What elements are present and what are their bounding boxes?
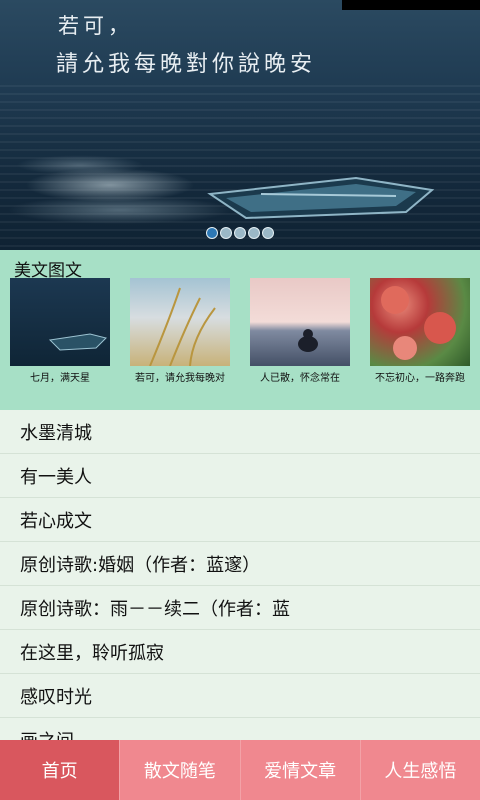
carousel-dot[interactable] [206, 227, 218, 239]
banner-title-line1: 若可， [58, 14, 133, 38]
status-bar-strip [342, 0, 480, 10]
article-list[interactable]: 水墨清城 有一美人 若心成文 原创诗歌:婚姻（作者：蓝邃） 原创诗歌：雨－－续二… [0, 410, 480, 740]
boat-thumbnail-icon [48, 333, 107, 351]
thumbnail-item[interactable]: 不忘初心，一路奔跑 [370, 278, 470, 384]
person-thumbnail-icon [298, 329, 318, 352]
tab-love-articles[interactable]: 爱情文章 [241, 740, 361, 800]
list-item[interactable]: 感叹时光 [0, 674, 480, 718]
banner-title-line2: 請允我每晚對你說晚安 [56, 52, 317, 77]
thumbnail-image[interactable] [370, 278, 470, 366]
banner-water [0, 85, 480, 250]
list-item[interactable]: 水墨清城 [0, 410, 480, 454]
list-item[interactable]: 画之间 [0, 718, 480, 741]
tab-home[interactable]: 首页 [0, 740, 121, 800]
featured-banner[interactable]: 若可， 請允我每晚對你說晚安 [0, 0, 480, 250]
list-item[interactable]: 原创诗歌:婚姻（作者：蓝邃） [0, 542, 480, 586]
list-item[interactable]: 在这里，聆听孤寂 [0, 630, 480, 674]
list-item[interactable]: 若心成文 [0, 498, 480, 542]
thumbnail-item[interactable]: 七月，满天星 [10, 278, 110, 384]
bottom-navigation: 首页 散文随笔 爱情文章 人生感悟 [0, 740, 480, 800]
carousel-dot[interactable] [248, 227, 260, 239]
thumbnail-caption: 七月，满天星 [30, 373, 90, 384]
thumbnail-caption: 人已散，怀念常在 [260, 373, 340, 384]
thumbnail-item[interactable]: 若可，请允我每晚对 [130, 278, 230, 384]
thumbnail-image[interactable] [10, 278, 110, 366]
carousel-dot[interactable] [220, 227, 232, 239]
thumbnail-item[interactable]: 人已散，怀念常在 [250, 278, 350, 384]
list-item[interactable]: 原创诗歌：雨－－续二（作者：蓝 [0, 586, 480, 630]
roses-thumbnail-icon [381, 286, 456, 360]
carousel-indicator[interactable] [206, 227, 274, 239]
grass-thumbnail-icon [149, 287, 216, 366]
thumbnail-strip[interactable]: 七月，满天星 若可，请允我每晚对 人已散，怀念常在 不忘初心，一路奔跑 [0, 278, 480, 388]
thumbnail-caption: 若可，请允我每晚对 [135, 373, 225, 384]
thumbnail-caption: 不忘初心，一路奔跑 [375, 373, 465, 384]
thumbnail-image[interactable] [130, 278, 230, 366]
carousel-dot[interactable] [262, 227, 274, 239]
boat-image [207, 176, 435, 220]
tab-life-insights[interactable]: 人生感悟 [361, 740, 480, 800]
carousel-dot[interactable] [234, 227, 246, 239]
list-item[interactable]: 有一美人 [0, 454, 480, 498]
thumbnail-image[interactable] [250, 278, 350, 366]
tab-essays[interactable]: 散文随笔 [120, 740, 241, 800]
image-articles-section: 美文图文 七月，满天星 若可，请允我每晚对 人已散，怀念常在 不忘初心，一路奔跑 [0, 250, 480, 410]
